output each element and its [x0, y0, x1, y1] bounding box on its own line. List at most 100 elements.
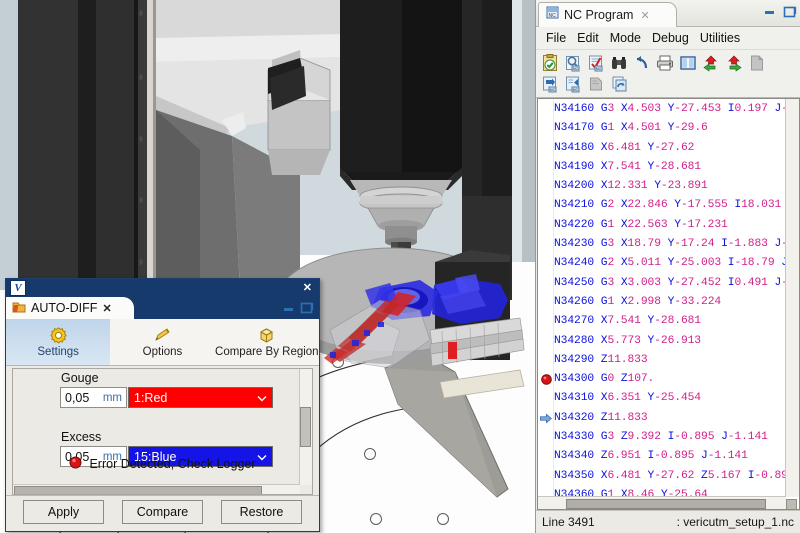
- nc-token: [594, 315, 601, 327]
- svg-text:NC: NC: [573, 87, 579, 92]
- tab-settings[interactable]: Settings: [6, 319, 111, 365]
- tab-close-icon[interactable]: ✕: [102, 302, 111, 315]
- nc-program-toolbar: NC NC NC NC: [536, 50, 800, 98]
- nc-token: [614, 219, 621, 231]
- nc-code-editor[interactable]: N34160 G3 X4.503 Y-27.453 I0.197 J-0.981…: [537, 98, 800, 510]
- nc-code-line[interactable]: N34320 Z11.833: [554, 409, 786, 428]
- tab-compare-by-region[interactable]: Compare By Region: [215, 319, 319, 365]
- nc-code-line[interactable]: N34280 X5.773 Y-26.913: [554, 332, 786, 351]
- tab-close-icon[interactable]: ✕: [640, 9, 649, 22]
- gouge-label: Gouge: [61, 371, 99, 385]
- nc-address: X: [620, 199, 628, 212]
- auto-diff-icon: [12, 300, 26, 317]
- auto-diff-outer-titlebar[interactable]: V ✕: [6, 279, 319, 297]
- nc-value: 12.331: [607, 180, 648, 193]
- compare-button[interactable]: Compare: [122, 500, 203, 524]
- nc-code-line[interactable]: N34160 G3 X4.503 Y-27.453 I0.197 J-0.981: [554, 100, 786, 119]
- tab-label: NC Program: [564, 8, 634, 22]
- menu-utilities[interactable]: Utilities: [696, 30, 744, 46]
- menu-file[interactable]: File: [542, 30, 570, 46]
- gouge-color-select[interactable]: 1:Red: [128, 387, 273, 408]
- nc-line-number: N34320: [554, 411, 595, 424]
- nc-code-line[interactable]: N34300 G0 Z107.: [554, 370, 786, 389]
- status-file-name: : vericutm_setup_1.nc: [676, 515, 794, 529]
- menu-mode[interactable]: Mode: [606, 30, 645, 46]
- search-nc-icon[interactable]: NC: [563, 53, 583, 73]
- nc-address: Z: [620, 431, 628, 444]
- nc-code-line[interactable]: N34340 Z6.951 I-0.895 J-1.141: [554, 447, 786, 466]
- status-line-number: Line 3491: [542, 515, 595, 529]
- settings-vertical-scroll-thumb[interactable]: [300, 407, 311, 447]
- nc-code-line[interactable]: N34230 G3 X18.79 Y-17.24 I-1.883 J-1.645: [554, 235, 786, 254]
- nc-value: -25.003: [674, 257, 722, 270]
- nc-code-line[interactable]: N34270 X7.541 Y-28.681: [554, 312, 786, 331]
- close-icon[interactable]: ✕: [303, 281, 312, 294]
- nc-token: [614, 257, 621, 269]
- nc-token: [614, 122, 621, 134]
- tab-nc-program[interactable]: NC NC Program ✕: [538, 2, 677, 27]
- nc-line-number: N34160: [554, 103, 595, 115]
- svg-text:NC: NC: [550, 87, 556, 92]
- breakpoint-icon[interactable]: [540, 370, 552, 389]
- refresh-nc-icon[interactable]: [609, 74, 629, 94]
- nc-code-line[interactable]: N34240 G2 X5.011 Y-25.003 I-18.79 J17.24: [554, 254, 786, 273]
- nc-code-line[interactable]: N34310 X6.351 Y-25.454: [554, 389, 786, 408]
- settings-horizontal-scrollbar[interactable]: [13, 484, 300, 494]
- svg-text:NC: NC: [573, 66, 579, 71]
- menu-debug[interactable]: Debug: [648, 30, 693, 46]
- nc-value: 11.833: [607, 353, 648, 366]
- nc-value: 5.167: [707, 469, 742, 482]
- minimize-icon[interactable]: [762, 4, 777, 18]
- page-disabled-icon: [747, 53, 767, 73]
- menu-edit[interactable]: Edit: [573, 30, 603, 46]
- nc-line-number: N34260: [554, 295, 595, 308]
- split-view-icon[interactable]: [678, 53, 698, 73]
- page-grey-icon: [586, 74, 606, 94]
- tab-options[interactable]: Options: [110, 319, 214, 365]
- restore-icon[interactable]: [782, 4, 797, 18]
- nc-code-line[interactable]: N34260 G1 X2.998 Y-33.224: [554, 293, 786, 312]
- nc-code-line[interactable]: N34330 G3 Z9.392 I-0.895 J-1.141: [554, 428, 786, 447]
- nc-value: -0.895: [754, 469, 786, 482]
- binoculars-icon[interactable]: [609, 53, 629, 73]
- nc-value: -17.231: [680, 218, 728, 231]
- vertical-scroll-thumb[interactable]: [786, 499, 797, 509]
- nc-code-line[interactable]: N34200 X12.331 Y-23.891: [554, 177, 786, 196]
- chevron-down-icon[interactable]: [257, 391, 267, 405]
- restore-icon[interactable]: [300, 301, 314, 319]
- review-nc-icon[interactable]: NC: [586, 53, 606, 73]
- nc-value: 6.951: [607, 450, 641, 463]
- nc-value: 0.197: [734, 103, 768, 115]
- code-horizontal-scrollbar[interactable]: [538, 496, 786, 509]
- undo-icon[interactable]: [632, 53, 652, 73]
- nc-code-line[interactable]: N34220 G1 X22.563 Y-17.231: [554, 216, 786, 235]
- minimize-icon[interactable]: [282, 301, 295, 319]
- nc-out-icon[interactable]: NC: [563, 74, 583, 94]
- nc-code-line[interactable]: N34210 G2 X22.846 Y-17.555 I18.031 J-18.…: [554, 196, 786, 215]
- tab-auto-diff[interactable]: AUTO-DIFF ✕: [6, 297, 134, 319]
- nc-value: -25.454: [654, 392, 701, 405]
- nc-value: 6.481: [607, 469, 641, 482]
- step-back-icon[interactable]: [701, 53, 721, 73]
- nc-code-lines: N34160 G3 X4.503 Y-27.453 I0.197 J-0.981…: [554, 100, 786, 497]
- horizontal-scroll-thumb[interactable]: [566, 499, 766, 509]
- restore-button[interactable]: Restore: [221, 500, 302, 524]
- print-icon[interactable]: [655, 53, 675, 73]
- code-vertical-scrollbar[interactable]: [785, 99, 799, 509]
- settings-horizontal-scroll-thumb[interactable]: [14, 486, 262, 494]
- nc-code-line[interactable]: N34350 X6.481 Y-27.62 Z5.167 I-0.895 J-1: [554, 467, 786, 486]
- apply-button[interactable]: Apply: [23, 500, 104, 524]
- nc-code-line[interactable]: N34180 X6.481 Y-27.62: [554, 139, 786, 158]
- gouge-value-input[interactable]: 0,05 mm: [60, 387, 127, 408]
- step-forward-icon[interactable]: [724, 53, 744, 73]
- nc-code-scroll-area[interactable]: N34160 G3 X4.503 Y-27.453 I0.197 J-0.981…: [538, 99, 786, 497]
- nc-in-icon[interactable]: NC: [540, 74, 560, 94]
- nc-code-gutter[interactable]: [538, 99, 554, 497]
- nc-code-line[interactable]: N34170 G1 X4.501 Y-29.6: [554, 119, 786, 138]
- nc-code-line[interactable]: N34250 G3 X3.003 Y-27.452 I0.491 J-2.451: [554, 274, 786, 293]
- nc-code-line[interactable]: N34190 X7.541 Y-28.681: [554, 158, 786, 177]
- nc-code-line[interactable]: N34290 Z11.833: [554, 351, 786, 370]
- svg-text:NC: NC: [596, 66, 602, 71]
- clipboard-check-icon[interactable]: [540, 53, 560, 73]
- nc-address: X: [620, 295, 628, 308]
